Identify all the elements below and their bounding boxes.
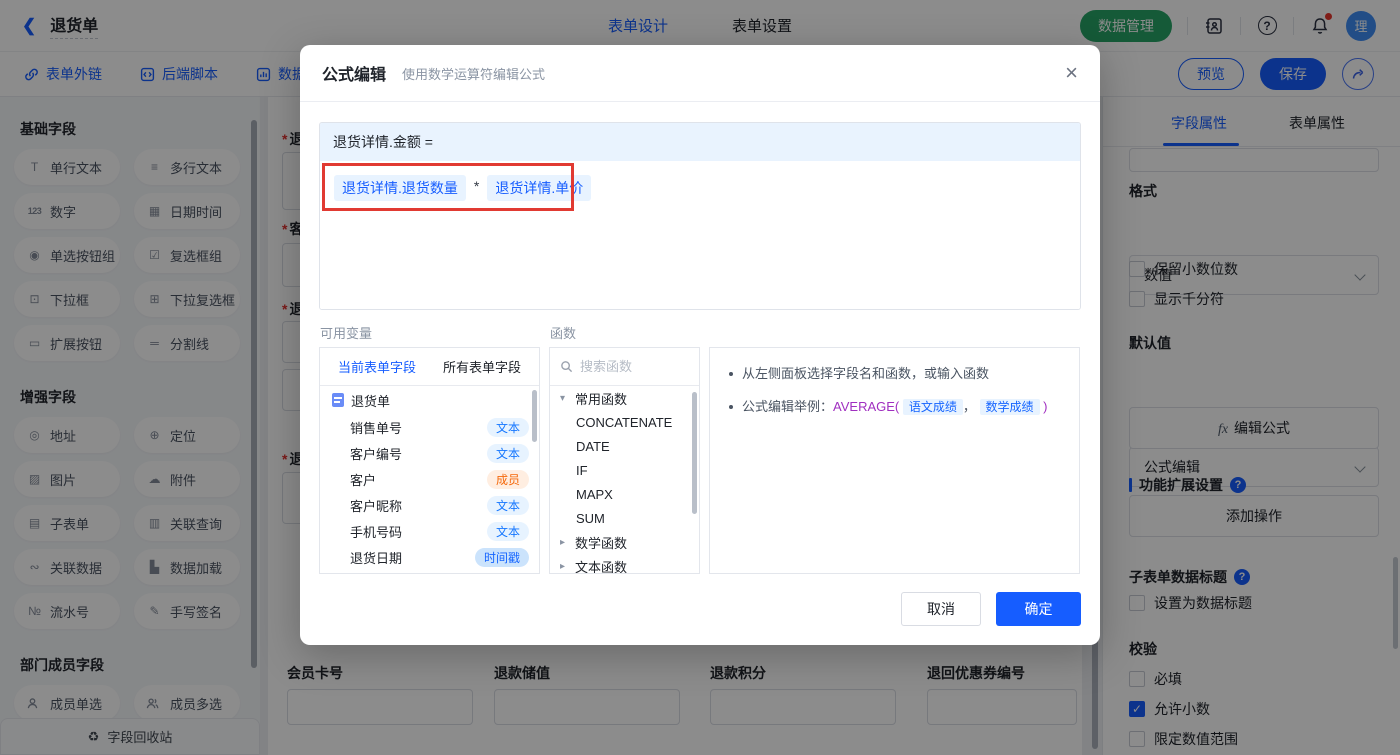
function-item[interactable]: IF — [550, 458, 699, 482]
function-item[interactable]: SUM — [550, 506, 699, 530]
type-badge: 文本 — [486, 521, 529, 541]
function-group-common[interactable]: ▾ 常用函数 — [550, 386, 699, 410]
functions-panel: ▾常用函数 CONCATENATE DATE IF MAPX SUM ▸数学函数… — [549, 347, 700, 574]
variable-row[interactable]: 销售单号 文本 — [320, 414, 539, 440]
close-icon[interactable]: × — [1065, 62, 1078, 84]
formula-editor-modal: 公式编辑 使用数学运算符编辑公式 × 退货详情.金额 = 退货详情.退货数量 *… — [300, 45, 1100, 645]
search-icon — [561, 361, 573, 373]
type-badge: 成员 — [486, 469, 529, 489]
help-example: 公式编辑举例：AVERAGE( 语文成绩， 数学成绩 ) — [728, 397, 1061, 417]
tab-current-form-fields[interactable]: 当前表单字段 — [338, 357, 416, 376]
tab-all-form-fields[interactable]: 所有表单字段 — [443, 357, 521, 376]
formula-input-area[interactable]: 退货详情.退货数量 * 退货详情.单价 — [320, 161, 1080, 309]
example-field-chip: 数学成绩 — [979, 399, 1040, 415]
variable-row[interactable]: 客户昵称 文本 — [320, 492, 539, 518]
variable-row[interactable]: 手机号码 文本 — [320, 518, 539, 544]
available-variables-label: 可用变量 — [320, 326, 373, 341]
variable-row[interactable]: 退货日期 时间戳 — [320, 544, 539, 570]
modal-title: 公式编辑 — [322, 67, 387, 84]
function-search[interactable] — [550, 348, 699, 386]
formula-help-panel: 从左侧面板选择字段名和函数，或输入函数 公式编辑举例：AVERAGE( 语文成绩… — [709, 347, 1080, 574]
formula-field-chip[interactable]: 退货详情.单价 — [487, 175, 592, 201]
function-item[interactable]: CONCATENATE — [550, 410, 699, 434]
modal-subtitle: 使用数学运算符编辑公式 — [402, 66, 546, 82]
variable-row[interactable]: 客户 成员 — [320, 466, 539, 492]
form-doc-icon — [332, 393, 344, 407]
variable-row[interactable]: 客户编号 文本 — [320, 440, 539, 466]
cancel-button[interactable]: 取消 — [901, 592, 981, 626]
variables-tree-root[interactable]: 退货单 — [320, 386, 539, 414]
formula-editor: 退货详情.金额 = 退货详情.退货数量 * 退货详情.单价 — [319, 122, 1081, 310]
formula-operator: * — [473, 178, 480, 194]
formula-field-chip[interactable]: 退货详情.退货数量 — [334, 175, 466, 201]
function-group-math[interactable]: ▸ 数学函数 — [550, 530, 699, 554]
confirm-button[interactable]: 确定 — [996, 592, 1081, 626]
function-group-text[interactable]: ▸ 文本函数 — [550, 554, 699, 574]
help-tip: 从左侧面板选择字段名和函数，或输入函数 — [728, 364, 1061, 384]
variables-scrollbar[interactable] — [532, 390, 537, 442]
variables-panel: 当前表单字段 所有表单字段 退货单 销售单号 文本 客户编号 文本 客户 成员 客户昵… — [319, 347, 540, 574]
type-badge: 时间戳 — [474, 547, 529, 567]
functions-scrollbar[interactable] — [692, 392, 697, 514]
function-item[interactable]: MAPX — [550, 482, 699, 506]
function-search-input[interactable] — [580, 359, 680, 374]
example-field-chip: 语文成绩 — [902, 399, 963, 415]
functions-label: 函数 — [550, 326, 577, 341]
function-item[interactable]: DATE — [550, 434, 699, 458]
type-badge: 文本 — [486, 417, 529, 437]
type-badge: 文本 — [486, 495, 529, 515]
formula-target: 退货详情.金额 = — [320, 123, 1080, 161]
type-badge: 文本 — [486, 443, 529, 463]
